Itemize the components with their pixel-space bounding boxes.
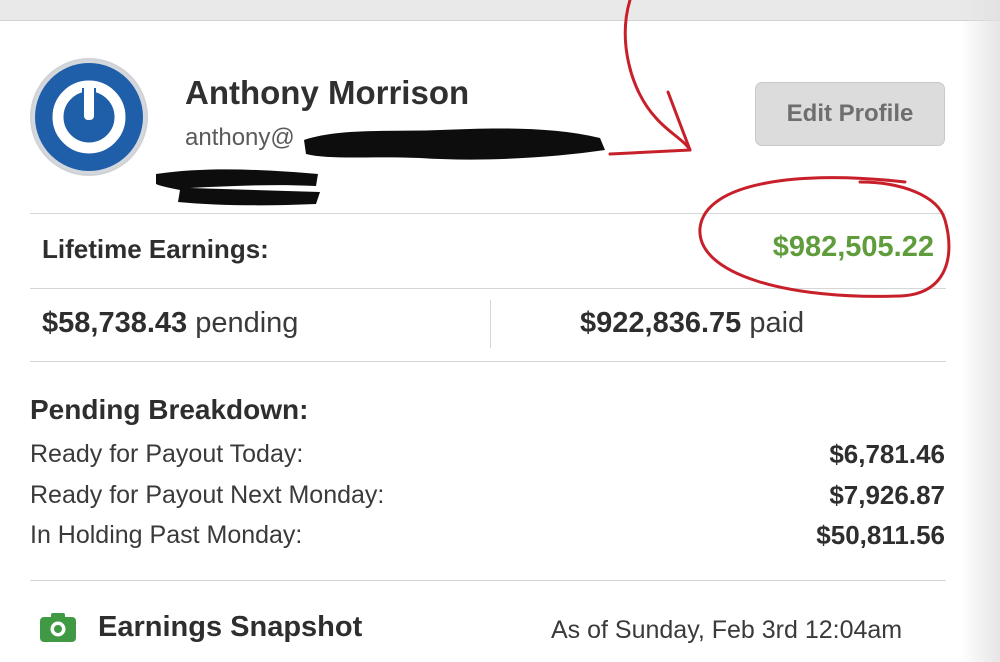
profile-name: Anthony Morrison xyxy=(185,74,470,111)
paid-total: $922,836.75 paid xyxy=(580,307,804,340)
breakdown-row-label: In Holding Past Monday: xyxy=(30,521,303,549)
edit-profile-button[interactable]: Edit Profile xyxy=(755,82,945,146)
snapshot-timestamp: As of Sunday, Feb 3rd 12:04am xyxy=(551,616,903,644)
redaction-mark-email xyxy=(304,128,605,160)
lifetime-earnings-label: Lifetime Earnings: xyxy=(42,234,269,264)
breakdown-row-label: Ready for Payout Today: xyxy=(30,440,304,468)
earnings-snapshot-title: Earnings Snapshot xyxy=(98,611,363,643)
divider xyxy=(30,361,946,362)
column-divider xyxy=(490,300,491,348)
pending-breakdown-title: Pending Breakdown: xyxy=(30,394,309,425)
pending-suffix: pending xyxy=(187,307,299,339)
breakdown-row-value: $7,926.87 xyxy=(829,480,945,510)
top-band xyxy=(0,0,1000,21)
annotation-arrow-line xyxy=(623,0,692,152)
lifetime-earnings-value: $982,505.22 xyxy=(772,231,934,263)
divider xyxy=(30,288,946,289)
camera-icon xyxy=(40,613,76,642)
paid-suffix: paid xyxy=(741,307,805,339)
pending-amount: $58,738.43 xyxy=(42,307,188,339)
pending-total: $58,738.43 pending xyxy=(42,307,298,340)
profile-email: anthony@ xyxy=(185,124,295,151)
divider xyxy=(30,213,946,214)
avatar xyxy=(30,58,148,176)
paid-amount: $922,836.75 xyxy=(580,307,742,339)
redaction-mark-secondary xyxy=(156,169,320,206)
breakdown-row-value: $50,811.56 xyxy=(816,520,945,550)
power-logo-icon xyxy=(32,60,146,174)
breakdown-row-value: $6,781.46 xyxy=(829,439,945,469)
breakdown-row-label: Ready for Payout Next Monday: xyxy=(30,481,385,509)
divider xyxy=(30,580,946,581)
annotation-arrow-head xyxy=(608,90,692,156)
edge-shadow xyxy=(960,0,1000,662)
